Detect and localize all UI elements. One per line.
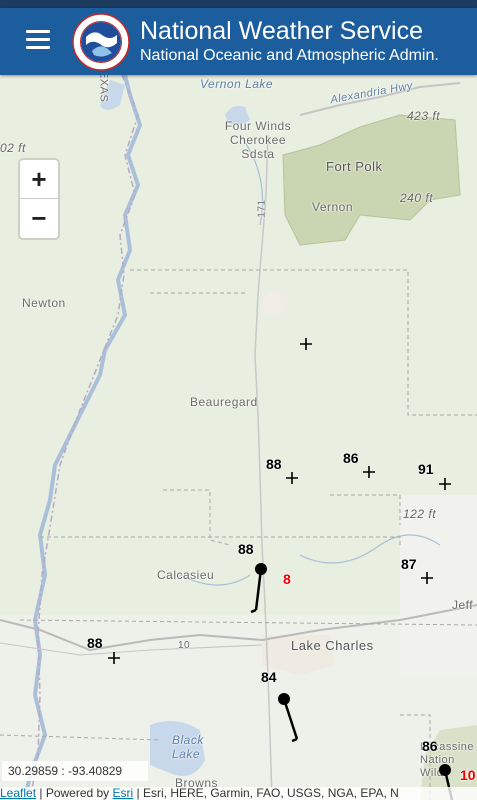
zoom-control: + − [20,160,58,238]
station-value-s3[interactable]: 86 [343,450,359,466]
label-calcasieu: Calcasieu [157,568,215,582]
label-vernon-lake: Vernon Lake [200,77,274,91]
label-elev-122: 122 ft [403,507,437,521]
label-hwy-10: 10 [178,640,191,651]
label-lake-charles: Lake Charles [291,638,374,653]
zoom-out-button[interactable]: − [20,199,58,237]
label-elev-02: 02 ft [0,141,26,155]
label-four-winds: Four Winds Cherokee Sdsta [224,119,292,161]
station-value-s4[interactable]: 91 [418,461,434,477]
zoom-in-button[interactable]: + [20,160,58,199]
label-jeff: Jeff [452,598,474,612]
esri-link[interactable]: Esri [113,787,134,800]
station-value-s2[interactable]: 88 [266,456,282,472]
label-texas: TEXAS [97,75,110,103]
label-elev-423: 423 ft [407,109,441,123]
station-value-s6[interactable]: 87 [401,556,417,572]
coordinates-readout: 30.29859 : -93.40829 [2,761,148,781]
attribution-sources: | Esri, HERE, Garmin, FAO, USGS, NGA, EP… [133,787,399,800]
label-newton: Newton [22,296,66,310]
label-hwy-171: 171 [256,199,268,218]
attribution-powered-by: | Powered by [36,787,113,800]
nws-logo [72,13,130,71]
page-subtitle: National Oceanic and Atmospheric Admin. [140,47,439,64]
label-vernon: Vernon [312,200,354,214]
status-bar [0,0,477,8]
station-value-s9[interactable]: 86 [422,738,438,754]
station-value-s7[interactable]: 88 [87,635,103,651]
station-extra-s5: 8 [283,571,291,587]
map-view[interactable]: Vernon Lake Alexandria Hwy 423 ft 02 ft … [0,75,477,800]
station-value-s8[interactable]: 84 [261,669,277,685]
map-basemap [0,75,477,800]
station-value-s5[interactable]: 88 [238,541,254,557]
menu-icon[interactable] [26,30,50,50]
app-header: National Weather Service National Oceani… [0,8,477,75]
label-fort-polk: Fort Polk [326,159,383,174]
map-attribution: Leaflet | Powered by Esri | Esri, HERE, … [0,787,477,800]
leaflet-link[interactable]: Leaflet [0,787,36,800]
station-extra-s9: 10 [460,767,476,783]
label-beauregard: Beauregard [190,395,258,409]
label-black-lake: Black Lake [172,733,204,761]
page-title: National Weather Service [140,17,424,45]
label-elev-240: 240 ft [400,191,434,205]
